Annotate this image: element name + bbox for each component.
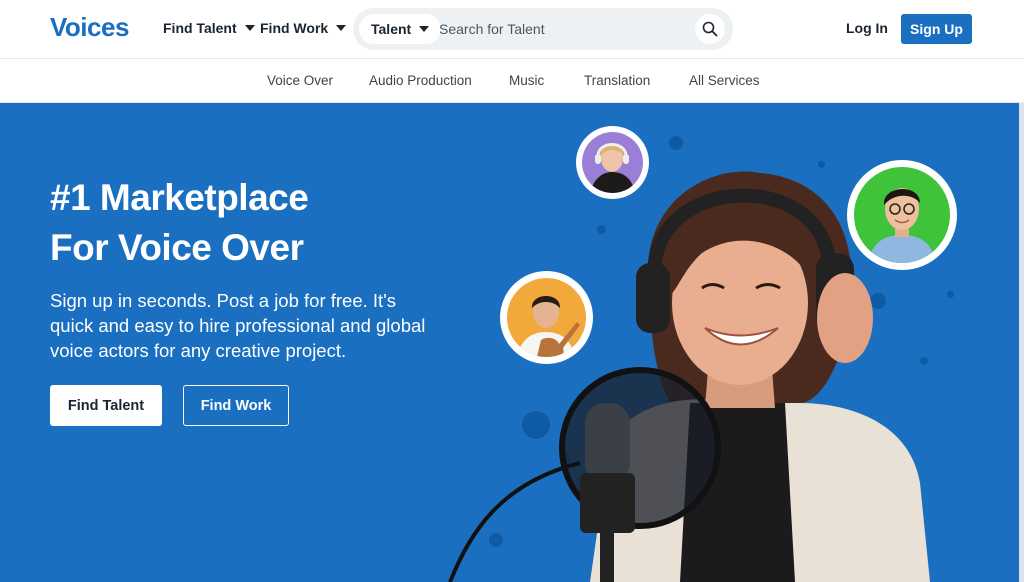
page-scrollbar[interactable] [1019,103,1024,582]
talent-avatar [847,160,957,270]
talent-portrait-image [590,143,635,193]
voices-logo[interactable]: Voices [50,12,129,43]
search-icon [702,21,718,37]
login-link[interactable]: Log In [846,20,888,36]
service-audio-production[interactable]: Audio Production [369,73,472,88]
hero-title-line: For Voice Over [50,227,304,268]
talent-portrait-image [868,188,936,263]
service-all-services[interactable]: All Services [689,73,760,88]
service-voice-over[interactable]: Voice Over [267,73,333,88]
search-button[interactable] [695,14,725,44]
chevron-down-icon [419,26,430,32]
find-talent-menu-label: Find Talent [163,20,237,36]
search-input[interactable] [439,14,689,44]
find-talent-button[interactable]: Find Talent [50,385,162,426]
search-bar: Talent [353,8,733,50]
signup-button[interactable]: Sign Up [901,14,972,44]
find-work-menu[interactable]: Find Work [260,20,347,36]
find-talent-menu[interactable]: Find Talent [163,20,255,36]
chevron-down-icon [336,25,347,31]
talent-portrait-image [517,296,580,357]
service-music[interactable]: Music [509,73,544,88]
talent-avatar [576,126,649,199]
chevron-down-icon [244,25,255,31]
hero-title-line: #1 Marketplace [50,177,309,218]
search-category-label: Talent [371,21,412,37]
services-nav: Voice Over Audio Production Music Transl… [0,58,1024,103]
search-category-select[interactable]: Talent [359,14,442,44]
hero-section: #1 Marketplace For Voice Over Sign up in… [0,103,1024,582]
top-navigation: Voices Find Talent Find Work Talent Log … [0,0,1024,58]
find-work-menu-label: Find Work [260,20,329,36]
find-work-button[interactable]: Find Work [183,385,289,426]
service-translation[interactable]: Translation [584,73,650,88]
hero-title: #1 Marketplace For Voice Over [50,173,309,273]
talent-avatar [500,271,593,364]
hero-subtitle: Sign up in seconds. Post a job for free.… [50,290,426,361]
